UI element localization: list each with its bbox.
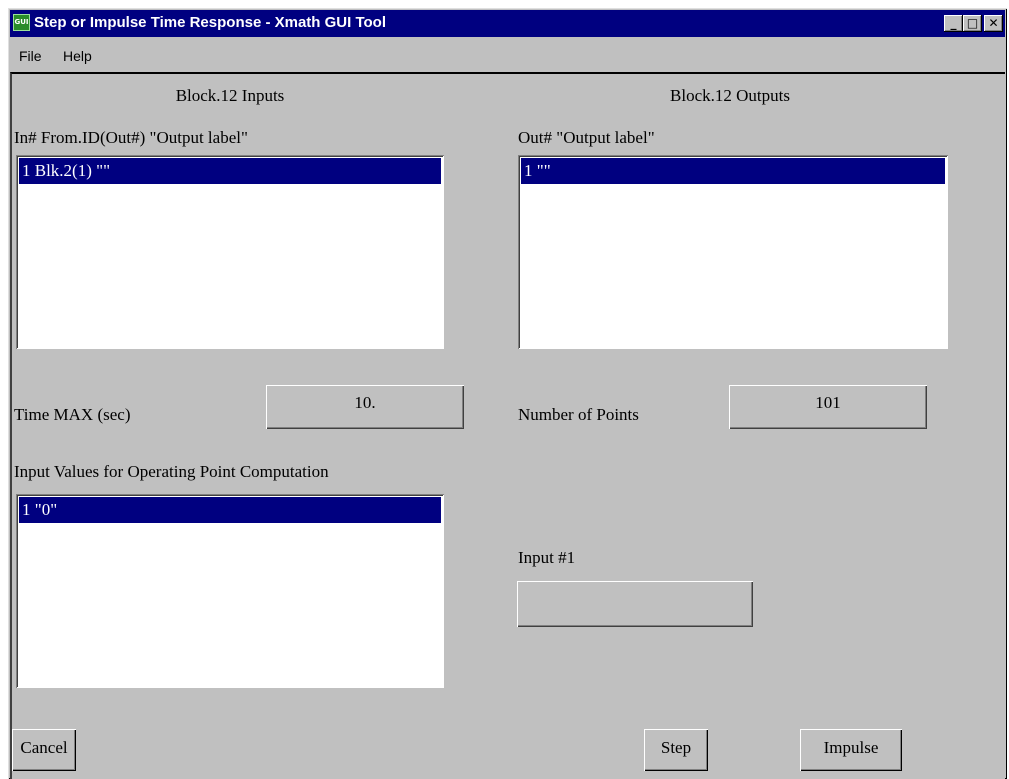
cancel-button[interactable]: Cancel [12,729,76,771]
outputs-section-title: Block.12 Outputs [670,86,790,105]
menu-file[interactable]: File [19,48,42,64]
num-points-field[interactable]: 101 [729,385,927,429]
outputs-list-item[interactable]: 1 "" [521,158,945,184]
num-points-label: Number of Points [518,405,639,424]
window-title: Step or Impulse Time Response - Xmath GU… [34,14,387,31]
time-max-label: Time MAX (sec) [14,405,131,424]
inputs-list-item[interactable]: 1 Blk.2(1) "" [19,158,441,184]
inputs-section-title: Block.12 Inputs [175,86,285,105]
minimize-icon: _ [950,16,957,30]
impulse-button[interactable]: Impulse [800,729,902,771]
operating-point-label: Input Values for Operating Point Computa… [14,462,329,481]
input-1-label: Input #1 [518,548,576,567]
outputs-listbox[interactable]: 1 "" [518,155,948,349]
close-button[interactable]: ✕ [984,15,1003,32]
input-1-field[interactable] [517,581,753,627]
operating-point-listbox[interactable]: 1 "0" [16,494,444,688]
outputs-list-header: Out# "Output label" [518,128,655,147]
step-button[interactable]: Step [644,729,708,771]
inputs-list-header: In# From.ID(Out#) "Output label" [14,128,248,147]
time-max-field[interactable]: 10. [266,385,464,429]
close-icon: ✕ [988,16,999,30]
maximize-icon: □ [966,16,979,30]
app-icon: GUI [13,14,30,31]
inputs-listbox[interactable]: 1 Blk.2(1) "" [16,155,444,349]
maximize-button[interactable]: □ [963,15,982,32]
operating-point-list-item[interactable]: 1 "0" [19,497,441,523]
minimize-button[interactable]: _ [944,15,963,32]
menu-help[interactable]: Help [63,48,92,64]
menu-bar [10,37,1005,71]
